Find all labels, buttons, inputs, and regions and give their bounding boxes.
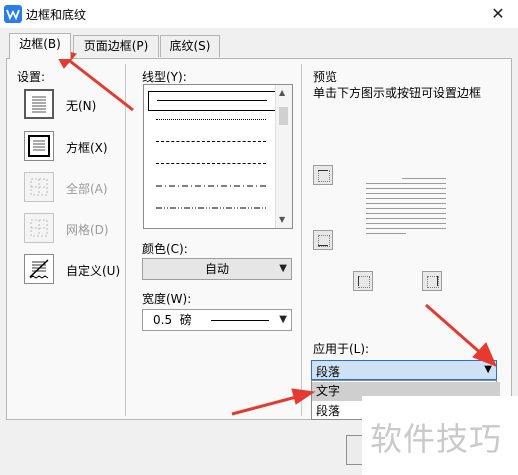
chevron-down-icon: ▼ (484, 364, 492, 375)
scroll-up-icon[interactable]: ▲ (279, 88, 285, 97)
preview-text-line (366, 228, 446, 229)
settings-label: 设置: (17, 70, 46, 84)
line-style-label: 线型(Y): (142, 70, 187, 84)
line-style-dash-dot[interactable] (148, 177, 274, 195)
width-dropdown[interactable]: 0.5 磅 ▼ (142, 309, 292, 331)
watermark-text: 软件技巧 (370, 420, 503, 458)
tab-shading[interactable]: 底纹(S) (160, 35, 220, 57)
width-label: 宽度(W): (142, 292, 192, 306)
setting-custom-button[interactable] (24, 254, 54, 284)
preview-text-line (366, 188, 446, 189)
setting-all-button[interactable] (24, 172, 54, 202)
width-value: 0.5 磅 (153, 313, 192, 327)
setting-grid-label: 网格(D) (66, 223, 109, 237)
setting-none-button[interactable] (24, 89, 54, 119)
line-style-listbox[interactable]: ▲ ▼ (143, 84, 293, 229)
line-style-solid[interactable] (148, 91, 276, 111)
preview-text-line (366, 223, 446, 224)
column-divider-right (301, 64, 302, 416)
border-left-button[interactable] (353, 271, 373, 291)
tab-page-border[interactable]: 页面边框(P) (73, 35, 159, 57)
setting-box-button[interactable] (24, 131, 54, 161)
preview-text-line (366, 203, 446, 204)
wps-icon (4, 5, 22, 23)
chevron-down-icon: ▼ (279, 314, 287, 325)
border-right-button[interactable] (422, 271, 442, 291)
preview-text-line (366, 218, 446, 219)
chevron-down-icon: ▼ (279, 263, 287, 274)
line-style-scrollbar[interactable]: ▲ ▼ (275, 85, 292, 228)
preview-label: 预览 (313, 70, 338, 84)
preview-text-line (366, 233, 406, 234)
tab-border[interactable]: 边框(B) (9, 33, 71, 59)
setting-box-label: 方框(X) (66, 141, 108, 155)
apply-to-dropdown[interactable]: 段落 ▼ (311, 360, 497, 380)
scroll-thumb[interactable] (279, 107, 288, 125)
setting-grid-button[interactable] (24, 213, 54, 243)
border-top-button[interactable] (313, 165, 333, 185)
color-value: 自动 (204, 262, 229, 276)
apply-to-label: 应用于(L): (313, 342, 370, 356)
width-sample-line (211, 320, 269, 321)
preview-text-line (366, 183, 446, 184)
preview-text-line (402, 178, 446, 179)
border-bottom-button[interactable] (313, 230, 333, 250)
setting-all-label: 全部(A) (66, 182, 108, 196)
apply-to-value: 段落 (316, 365, 341, 379)
line-style-dashed-short[interactable] (148, 133, 274, 151)
preview-text-line (366, 198, 446, 199)
line-style-dashed[interactable] (148, 155, 274, 173)
preview-text-line (366, 213, 446, 214)
line-style-dash-dot-dot[interactable] (148, 199, 274, 217)
setting-custom-label: 自定义(U) (66, 264, 121, 278)
color-label: 颜色(C): (142, 242, 188, 256)
preview-hint: 单击下方图示或按钮可设置边框 (313, 86, 482, 100)
scroll-down-icon[interactable]: ▼ (279, 215, 285, 224)
column-divider-left (125, 64, 126, 416)
preview-text-line (366, 193, 446, 194)
line-style-dotted[interactable] (148, 111, 274, 129)
color-dropdown[interactable]: 自动 ▼ (142, 258, 292, 280)
window-title: 边框和底纹 (26, 8, 87, 22)
setting-none-label: 无(N) (66, 99, 97, 113)
close-icon[interactable]: ✕ (486, 2, 510, 26)
preview-text-line (366, 208, 446, 209)
